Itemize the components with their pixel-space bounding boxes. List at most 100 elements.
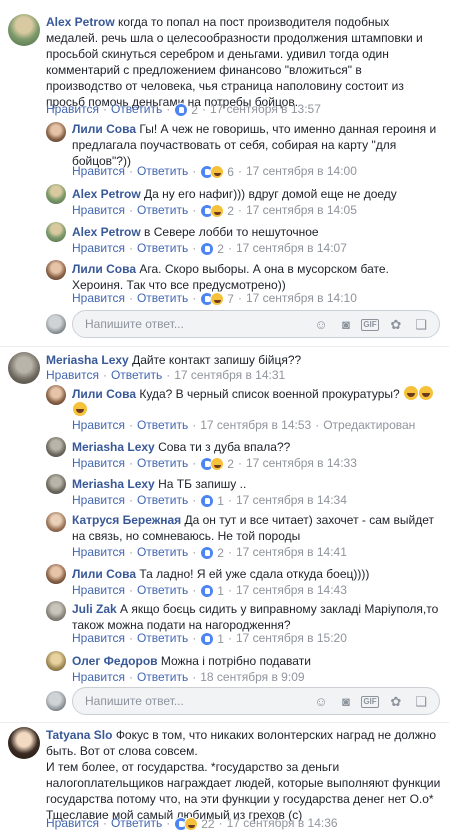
reply-author[interactable]: Alex Petrow bbox=[72, 187, 141, 201]
reply-button[interactable]: Ответить bbox=[111, 102, 162, 116]
avatar[interactable] bbox=[8, 14, 40, 46]
comment-author[interactable]: Alex Petrow bbox=[46, 15, 115, 29]
avatar[interactable] bbox=[46, 260, 66, 280]
reactions[interactable]: 1 bbox=[200, 583, 224, 599]
like-button[interactable]: Нравится bbox=[46, 368, 99, 382]
like-reaction-icon bbox=[174, 102, 189, 117]
timestamp[interactable]: 17 сентября в 14:31 bbox=[174, 368, 285, 382]
reply-input[interactable]: Напишите ответ... ☺ ◙ GIF ✿ ❏ bbox=[72, 310, 440, 338]
timestamp[interactable]: 17 сентября в 14:43 bbox=[236, 583, 347, 597]
sticker-icon[interactable]: ✿ bbox=[388, 317, 404, 333]
like-button[interactable]: Нравится bbox=[46, 816, 99, 830]
reply-button[interactable]: Ответить bbox=[137, 418, 188, 432]
timestamp[interactable]: 17 сентября в 14:07 bbox=[236, 241, 347, 255]
like-button[interactable]: Нравится bbox=[72, 241, 125, 255]
timestamp[interactable]: 17 сентября в 14:05 bbox=[246, 203, 357, 217]
gif-icon[interactable]: GIF bbox=[361, 319, 379, 331]
emoji-icon[interactable]: ☺ bbox=[313, 317, 329, 333]
like-button[interactable]: Нравится bbox=[72, 456, 125, 470]
reply-actions: Нравится · Ответить · 1 · 17 сентября в 14:43 bbox=[72, 583, 347, 599]
reply-author[interactable]: Катруся Бережная bbox=[72, 513, 181, 527]
reply-button[interactable]: Ответить bbox=[137, 291, 188, 305]
reply-button[interactable]: Ответить bbox=[137, 164, 188, 178]
avatar[interactable] bbox=[46, 651, 66, 671]
like-button[interactable]: Нравится bbox=[72, 418, 125, 432]
like-button[interactable]: Нравится bbox=[72, 670, 125, 684]
avatar[interactable] bbox=[46, 564, 66, 584]
avatar[interactable] bbox=[46, 122, 66, 142]
avatar[interactable] bbox=[46, 385, 66, 405]
reactions[interactable]: 1 bbox=[200, 493, 224, 509]
reply-actions: Нравится · Ответить · 6 · 17 сентября в 14:00 bbox=[72, 164, 357, 180]
like-button[interactable]: Нравится bbox=[72, 291, 125, 305]
sticker-icon[interactable]: ✿ bbox=[388, 694, 404, 710]
reply-input[interactable]: Напишите ответ... ☺ ◙ GIF ✿ ❏ bbox=[72, 687, 440, 715]
timestamp[interactable]: 17 сентября в 14:36 bbox=[227, 816, 338, 830]
reply-button[interactable]: Ответить bbox=[137, 203, 188, 217]
avatar[interactable] bbox=[46, 601, 66, 621]
reply-button[interactable]: Ответить bbox=[137, 545, 188, 559]
avatar[interactable] bbox=[46, 437, 66, 457]
reactions[interactable]: 2 bbox=[200, 241, 224, 257]
camera-icon[interactable]: ◙ bbox=[338, 317, 354, 333]
reply-actions: Нравится · Ответить · 1 · 17 сентября в 14:34 bbox=[72, 493, 347, 509]
like-button[interactable]: Нравится bbox=[72, 545, 125, 559]
like-button[interactable]: Нравится bbox=[72, 493, 125, 507]
reply-author[interactable]: Лили Сова bbox=[72, 122, 136, 136]
timestamp[interactable]: 17 сентября в 14:53 bbox=[200, 418, 311, 432]
timestamp[interactable]: 17 сентября в 14:34 bbox=[236, 493, 347, 507]
timestamp[interactable]: 17 сентября в 15:20 bbox=[236, 631, 347, 645]
reply-author[interactable]: Лили Сова bbox=[72, 387, 136, 401]
reply-author[interactable]: Олег Федоров bbox=[72, 654, 158, 668]
sticker-pack-icon[interactable]: ❏ bbox=[413, 317, 429, 333]
reactions[interactable]: 7 bbox=[200, 291, 234, 307]
reply-author[interactable]: Лили Сова bbox=[72, 567, 136, 581]
reply-button[interactable]: Ответить bbox=[137, 456, 188, 470]
avatar[interactable] bbox=[46, 184, 66, 204]
timestamp[interactable]: 17 сентября в 14:10 bbox=[246, 291, 357, 305]
avatar[interactable] bbox=[8, 352, 40, 384]
divider bbox=[0, 722, 449, 723]
timestamp[interactable]: 17 сентября в 14:33 bbox=[246, 456, 357, 470]
reply-button[interactable]: Ответить bbox=[111, 368, 162, 382]
reply-button[interactable]: Ответить bbox=[137, 670, 188, 684]
reply-author[interactable]: Лили Сова bbox=[72, 262, 136, 276]
like-button[interactable]: Нравится bbox=[72, 164, 125, 178]
like-button[interactable]: Нравится bbox=[46, 102, 99, 116]
reply-author[interactable]: Alex Petrow bbox=[72, 225, 141, 239]
like-button[interactable]: Нравится bbox=[72, 203, 125, 217]
reply-button[interactable]: Ответить bbox=[137, 493, 188, 507]
reactions[interactable]: 2 bbox=[174, 102, 198, 118]
avatar[interactable] bbox=[8, 727, 40, 759]
reactions[interactable]: 2 bbox=[200, 203, 234, 219]
reply-author[interactable]: Meriasha Lexy bbox=[72, 477, 155, 491]
like-button[interactable]: Нравится bbox=[72, 631, 125, 645]
reactions[interactable]: 22 bbox=[174, 816, 215, 832]
avatar[interactable] bbox=[46, 222, 66, 242]
emoji-icon[interactable]: ☺ bbox=[313, 694, 329, 710]
reply-author[interactable]: Meriasha Lexy bbox=[72, 440, 155, 454]
comment-author[interactable]: Tatyana Slo bbox=[46, 728, 112, 742]
reactions[interactable]: 2 bbox=[200, 456, 234, 472]
camera-icon[interactable]: ◙ bbox=[338, 694, 354, 710]
timestamp[interactable]: 18 сентября в 9:09 bbox=[200, 670, 304, 684]
like-button[interactable]: Нравится bbox=[72, 583, 125, 597]
timestamp[interactable]: 17 сентября в 13:57 bbox=[210, 102, 321, 116]
reply-button[interactable]: Ответить bbox=[137, 583, 188, 597]
sticker-pack-icon[interactable]: ❏ bbox=[413, 694, 429, 710]
reply-text: в Северe лобби то нешуточное bbox=[144, 225, 319, 239]
reactions[interactable]: 6 bbox=[200, 164, 234, 180]
reactions[interactable]: 1 bbox=[200, 631, 224, 647]
gif-icon[interactable]: GIF bbox=[361, 696, 379, 708]
reply-button[interactable]: Ответить bbox=[111, 816, 162, 830]
reply-button[interactable]: Ответить bbox=[137, 241, 188, 255]
edited-label[interactable]: Отредактирован bbox=[323, 418, 415, 432]
reply-author[interactable]: Juli Zak bbox=[72, 602, 117, 616]
timestamp[interactable]: 17 сентября в 14:00 bbox=[246, 164, 357, 178]
comment-author[interactable]: Meriasha Lexy bbox=[46, 353, 129, 367]
reactions[interactable]: 2 bbox=[200, 545, 224, 561]
timestamp[interactable]: 17 сентября в 14:41 bbox=[236, 545, 347, 559]
reply-button[interactable]: Ответить bbox=[137, 631, 188, 645]
avatar[interactable] bbox=[46, 512, 66, 532]
avatar[interactable] bbox=[46, 474, 66, 494]
